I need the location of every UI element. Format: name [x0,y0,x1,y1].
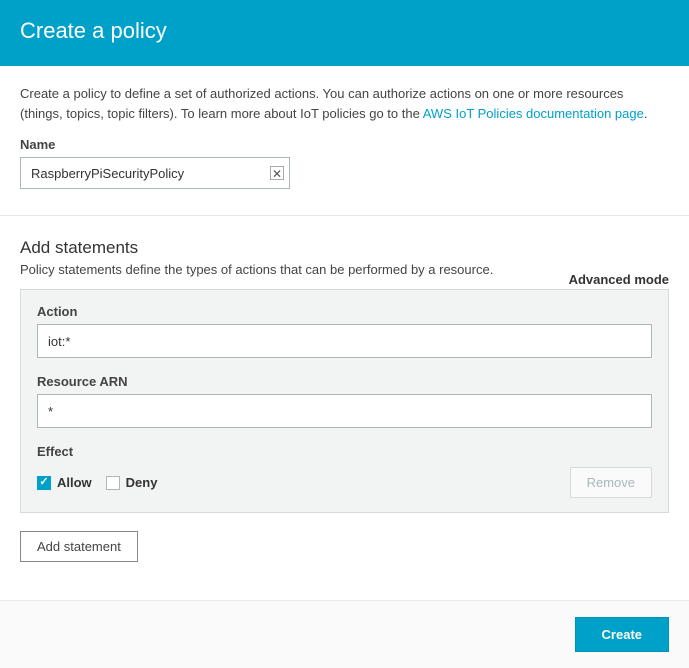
resource-arn-input[interactable] [37,394,652,428]
clear-name-icon[interactable]: ✕ [270,166,284,180]
check-icon: ✓ [39,477,48,488]
intro-text-after: . [644,106,648,121]
allow-label: Allow [57,475,92,490]
statements-heading: Add statements [20,238,493,258]
action-input[interactable] [37,324,652,358]
resource-arn-label: Resource ARN [37,374,652,389]
add-statement-button[interactable]: Add statement [20,531,138,562]
create-button[interactable]: Create [575,617,669,652]
effect-checks: ✓ Allow ✓ Deny [37,475,157,490]
name-input-wrap: ✕ [20,157,290,189]
statements-section: Add statements Policy statements define … [0,216,689,572]
allow-checkbox[interactable]: ✓ Allow [37,475,92,490]
name-input[interactable] [20,157,290,189]
deny-label: Deny [126,475,158,490]
effect-label: Effect [37,444,652,459]
page-footer: Create [0,600,689,668]
intro-text: Create a policy to define a set of autho… [20,84,669,123]
page-title: Create a policy [20,18,669,44]
remove-statement-button[interactable]: Remove [570,467,652,498]
checkbox-box: ✓ [37,476,51,490]
deny-checkbox[interactable]: ✓ Deny [106,475,158,490]
advanced-mode-link[interactable]: Advanced mode [569,272,669,289]
statements-description: Policy statements define the types of ac… [20,262,493,277]
docs-link[interactable]: AWS IoT Policies documentation page [423,106,644,121]
intro-section: Create a policy to define a set of autho… [0,66,689,199]
page-header: Create a policy [0,0,689,66]
statement-box: Action Resource ARN Effect ✓ Allow ✓ Den… [20,289,669,513]
name-label: Name [20,137,669,152]
action-label: Action [37,304,652,319]
checkbox-box: ✓ [106,476,120,490]
